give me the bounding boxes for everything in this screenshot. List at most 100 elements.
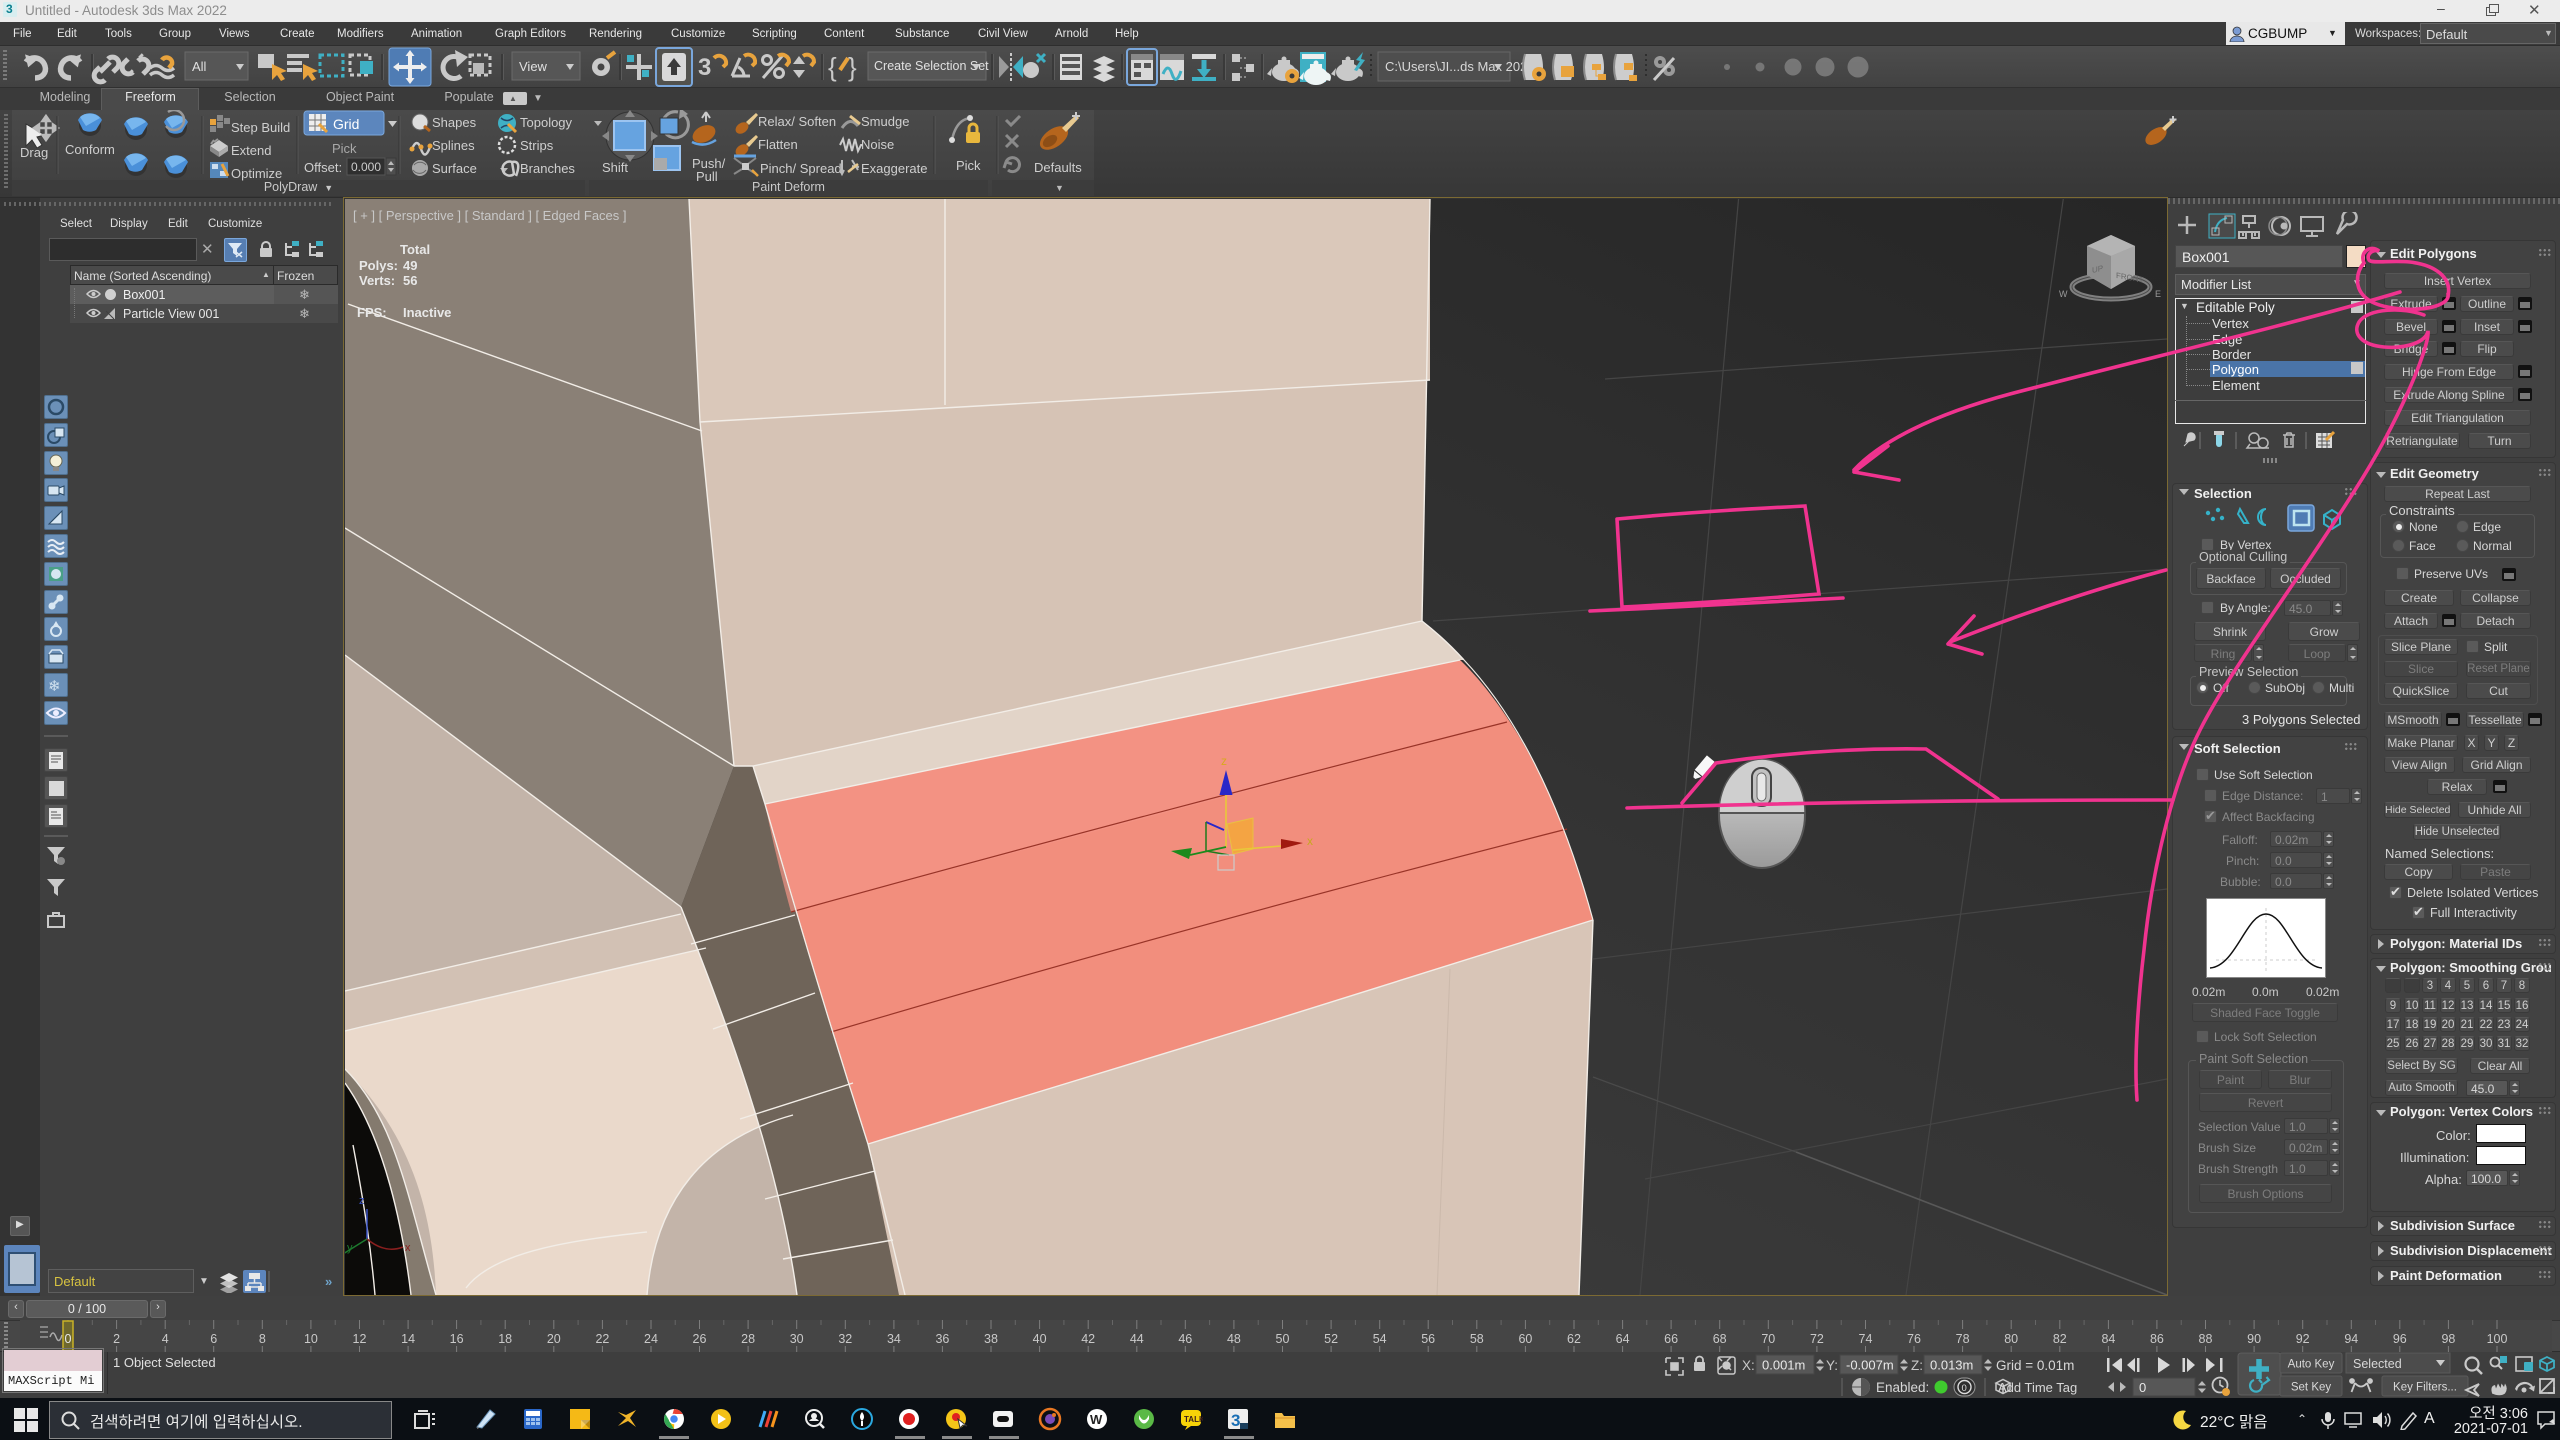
svg-text:3: 3 — [698, 54, 711, 81]
svg-text:8: 8 — [259, 1332, 266, 1346]
svg-text:Key Filters...: Key Filters... — [2393, 1382, 2457, 1394]
svg-text:C:\Users\JI...ds Max 202⋮: C:\Users\JI...ds Max 202⋮ — [1385, 59, 1540, 74]
svg-text:Conform: Conform — [65, 142, 115, 157]
svg-text:54: 54 — [1373, 1332, 1387, 1346]
svg-text:W: W — [1090, 1412, 1103, 1427]
svg-text:Pick: Pick — [956, 158, 981, 173]
svg-text:Enabled:: Enabled: — [1876, 1380, 1929, 1395]
svg-text:56: 56 — [1421, 1332, 1435, 1346]
svg-text:z: z — [359, 1195, 365, 1207]
svg-text:Relax/ Soften: Relax/ Soften — [758, 114, 836, 129]
svg-text:Create Selection Set: Create Selection Set — [874, 59, 989, 73]
svg-text:100: 100 — [2487, 1332, 2508, 1346]
svg-text:52: 52 — [1324, 1332, 1338, 1346]
svg-text:76: 76 — [1907, 1332, 1921, 1346]
svg-text:2: 2 — [113, 1332, 120, 1346]
svg-text:94: 94 — [2344, 1332, 2358, 1346]
svg-text:Y:: Y: — [1826, 1358, 1838, 1373]
svg-text:84: 84 — [2101, 1332, 2115, 1346]
svg-text:Branches: Branches — [520, 161, 575, 176]
svg-text:Surface: Surface — [432, 161, 477, 176]
svg-text:{: { — [828, 52, 837, 82]
svg-text:Pick: Pick — [332, 141, 357, 156]
svg-text:26: 26 — [693, 1332, 707, 1346]
svg-text:All: All — [192, 59, 207, 74]
svg-text:X:: X: — [1742, 1358, 1755, 1373]
svg-text:FPS:: FPS: — [357, 305, 387, 320]
svg-text:Selected: Selected — [2353, 1357, 2402, 1371]
svg-text:92: 92 — [2296, 1332, 2310, 1346]
svg-text:6: 6 — [210, 1332, 217, 1346]
svg-text:74: 74 — [1859, 1332, 1873, 1346]
svg-text:88: 88 — [2199, 1332, 2213, 1346]
svg-text:46: 46 — [1178, 1332, 1192, 1346]
svg-text:Flatten: Flatten — [758, 137, 798, 152]
svg-text:Auto Key: Auto Key — [2288, 1359, 2335, 1371]
svg-text:44: 44 — [1130, 1332, 1144, 1346]
svg-text:}: } — [848, 52, 857, 82]
svg-text:Grid = 0.01m: Grid = 0.01m — [1996, 1358, 2074, 1373]
svg-text:Verts:: Verts: — [359, 273, 395, 288]
svg-text:0: 0 — [2139, 1380, 2146, 1395]
svg-text:E: E — [2155, 289, 2161, 299]
svg-text:36: 36 — [935, 1332, 949, 1346]
svg-text:4: 4 — [162, 1332, 169, 1346]
svg-text:Inactive: Inactive — [403, 305, 451, 320]
svg-text:Set Key: Set Key — [2291, 1382, 2332, 1394]
svg-text:Topology: Topology — [520, 115, 573, 130]
svg-text:Splines: Splines — [432, 138, 475, 153]
svg-text:72: 72 — [1810, 1332, 1824, 1346]
svg-text:34: 34 — [887, 1332, 901, 1346]
svg-text:Polys:: Polys: — [359, 258, 398, 273]
svg-text:60: 60 — [1518, 1332, 1532, 1346]
svg-text:48: 48 — [1227, 1332, 1241, 1346]
svg-text:x: x — [405, 1242, 411, 1254]
svg-text:W: W — [2059, 289, 2068, 299]
svg-text:Strips: Strips — [520, 138, 554, 153]
svg-text:58: 58 — [1470, 1332, 1484, 1346]
svg-text:66: 66 — [1664, 1332, 1678, 1346]
svg-text:Step Build: Step Build — [231, 120, 290, 135]
svg-text:68: 68 — [1713, 1332, 1727, 1346]
svg-text:42: 42 — [1081, 1332, 1095, 1346]
svg-text:86: 86 — [2150, 1332, 2164, 1346]
svg-text:Noise: Noise — [861, 137, 894, 152]
svg-text:22: 22 — [595, 1332, 609, 1346]
svg-text:90: 90 — [2247, 1332, 2261, 1346]
svg-text:Total: Total — [400, 242, 430, 257]
svg-text:38: 38 — [984, 1332, 998, 1346]
svg-text:56: 56 — [403, 273, 417, 288]
svg-text:View: View — [519, 59, 548, 74]
svg-text:Offset:: Offset: — [304, 160, 342, 175]
svg-text:Smudge: Smudge — [861, 114, 909, 129]
svg-text:3: 3 — [1231, 1411, 1240, 1430]
svg-text:28: 28 — [741, 1332, 755, 1346]
svg-text:Defaults: Defaults — [1034, 160, 1082, 175]
svg-text:40: 40 — [1033, 1332, 1047, 1346]
svg-text:Drag: Drag — [20, 145, 48, 160]
svg-text:Z:: Z: — [1911, 1358, 1923, 1373]
svg-text:Shapes: Shapes — [432, 115, 477, 130]
svg-text:49: 49 — [403, 258, 417, 273]
svg-text:Optimize: Optimize — [231, 166, 282, 181]
svg-text:16: 16 — [450, 1332, 464, 1346]
svg-text:0.013m: 0.013m — [1930, 1358, 1973, 1373]
svg-text:[ + ] [ Perspective ] [ Standa: [ + ] [ Perspective ] [ Standard ] [ Edg… — [353, 208, 627, 223]
svg-text:62: 62 — [1567, 1332, 1581, 1346]
svg-text:64: 64 — [1616, 1332, 1630, 1346]
svg-text:Exaggerate: Exaggerate — [861, 161, 928, 176]
svg-text:82: 82 — [2053, 1332, 2067, 1346]
svg-text:y: y — [347, 1242, 353, 1254]
svg-text:70: 70 — [1761, 1332, 1775, 1346]
svg-text:80: 80 — [2004, 1332, 2018, 1346]
svg-text:96: 96 — [2393, 1332, 2407, 1346]
svg-text:18: 18 — [498, 1332, 512, 1346]
svg-text:30: 30 — [790, 1332, 804, 1346]
svg-text:Pinch/ Spread: Pinch/ Spread — [760, 161, 842, 176]
svg-text:Pull: Pull — [696, 169, 718, 184]
svg-text:❄: ❄ — [48, 678, 61, 695]
svg-text:Grid: Grid — [333, 116, 359, 132]
svg-text:20: 20 — [547, 1332, 561, 1346]
svg-text:78: 78 — [1956, 1332, 1970, 1346]
svg-text:z: z — [1221, 754, 1227, 768]
